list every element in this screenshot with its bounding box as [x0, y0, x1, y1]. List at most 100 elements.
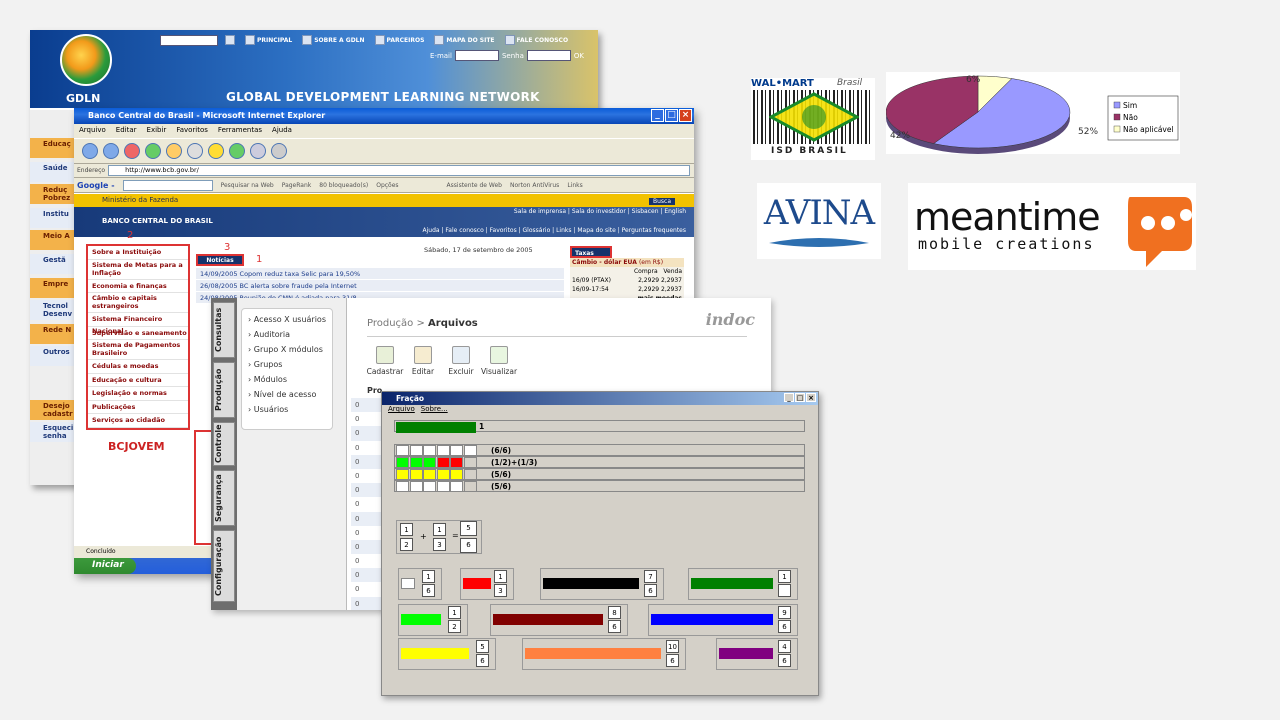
menu-sobre[interactable]: Sobre...	[421, 405, 448, 416]
search-icon[interactable]	[187, 143, 203, 159]
nav-item[interactable]: Supervisão e saneamento	[88, 327, 188, 340]
nav-item[interactable]: Educação e cultura	[88, 374, 188, 387]
menu-item[interactable]: › Acesso X usuários	[248, 315, 332, 330]
gdln-side-item[interactable]: Esqueci senha	[30, 422, 78, 442]
nav-item[interactable]: Câmbio e capitais estrangeiros	[88, 293, 188, 313]
piece-denominator[interactable]: 6	[778, 620, 791, 633]
ministerio-bar[interactable]: Ministério da Fazenda	[74, 194, 694, 207]
menu-ferramentas[interactable]: Ferramentas	[218, 126, 262, 136]
menu-editar[interactable]: Editar	[116, 126, 137, 136]
visualizar-button[interactable]: Visualizar	[479, 346, 519, 376]
fraction-color-bar[interactable]	[651, 614, 773, 625]
piece-numerator[interactable]: 10	[666, 640, 679, 653]
nav-item[interactable]: Publicações	[88, 401, 188, 414]
maximize-icon[interactable]: □	[795, 393, 805, 402]
menu-item[interactable]: › Grupo X módulos	[248, 345, 332, 360]
menu-item[interactable]: › Nível de acesso	[248, 390, 332, 405]
gdln-side-item[interactable]: Tecnol Desenv	[30, 300, 78, 320]
cadastrar-button[interactable]: Cadastrar	[365, 346, 405, 376]
piece-denominator[interactable]: 6	[476, 654, 489, 667]
nav-item[interactable]: Sistema de Pagamentos Brasileiro	[88, 340, 188, 360]
menu-item[interactable]: › Módulos	[248, 375, 332, 390]
fraction-color-bar[interactable]	[401, 648, 469, 659]
busca-button[interactable]: Busca	[649, 198, 676, 205]
noticias-tab[interactable]: Notícias	[196, 254, 244, 266]
web-assistant[interactable]: Assistente de Web	[447, 182, 502, 189]
gdln-side-item[interactable]: Rede N	[30, 324, 78, 344]
nav-item[interactable]: Sobre a Instituição	[88, 246, 188, 260]
popup-blocked[interactable]: 80 bloqueado(s)	[319, 182, 368, 189]
piece-numerator[interactable]: 7	[644, 570, 657, 583]
a-denominator[interactable]: 2	[400, 538, 413, 551]
piece-numerator[interactable]: 1	[778, 570, 791, 583]
piece-denominator[interactable]: 6	[666, 654, 679, 667]
refresh-icon[interactable]	[145, 143, 161, 159]
piece-numerator[interactable]: 1	[422, 570, 435, 583]
tab-seguranca[interactable]: Segurança	[213, 470, 235, 526]
close-icon[interactable]: ×	[679, 109, 692, 122]
close-icon[interactable]: ×	[806, 393, 816, 402]
start-button[interactable]: Iniciar	[74, 558, 136, 574]
fraction-color-bar[interactable]	[401, 614, 441, 625]
b-numerator[interactable]: 1	[433, 523, 446, 536]
gdln-side-item[interactable]: Empre	[30, 278, 78, 298]
r-numerator[interactable]: 5	[460, 521, 477, 536]
ok-button[interactable]: OK	[574, 52, 584, 60]
gdln-side-item[interactable]: Desejo cadastr	[30, 400, 78, 420]
gdln-nav-fale[interactable]: FALE CONOSCO	[502, 35, 572, 45]
menu-ajuda[interactable]: Ajuda	[272, 126, 292, 136]
fraction-color-bar[interactable]	[525, 648, 661, 659]
google-search-input[interactable]	[122, 179, 213, 191]
menu-exibir[interactable]: Exibir	[147, 126, 167, 136]
menu-item[interactable]: › Auditoria	[248, 330, 332, 345]
gdln-side-item[interactable]: Institu	[30, 208, 78, 228]
tab-controle[interactable]: Controle	[213, 422, 235, 466]
bcjovem-logo[interactable]: BCJOVEM	[108, 440, 165, 453]
links-button[interactable]: Links	[567, 182, 582, 189]
history-icon[interactable]	[229, 143, 245, 159]
gdln-nav-parceiros[interactable]: PARCEIROS	[372, 35, 428, 45]
gdln-side-item[interactable]: Outros	[30, 346, 78, 366]
menu-item[interactable]: › Usuários	[248, 405, 332, 420]
piece-denominator[interactable]	[778, 584, 791, 597]
gdln-nav-sobre[interactable]: SOBRE A GDLN	[299, 35, 367, 45]
print-icon[interactable]	[271, 143, 287, 159]
home-icon[interactable]	[166, 143, 182, 159]
fraction-color-bar[interactable]	[463, 578, 491, 589]
menu-arquivo[interactable]: Arquivo	[388, 405, 415, 416]
piece-denominator[interactable]: 6	[644, 584, 657, 597]
nav-item[interactable]: Sistema de Metas para a Inflação	[88, 260, 188, 280]
password-field[interactable]	[526, 50, 571, 61]
gdln-side-item[interactable]: Saúde	[30, 162, 78, 182]
editar-button[interactable]: Editar	[403, 346, 443, 376]
nav-item[interactable]: Economia e finanças	[88, 280, 188, 293]
gdln-nav-principal[interactable]: PRINCIPAL	[242, 35, 295, 45]
news-item[interactable]: 14/09/2005 Copom reduz taxa Selic para 1…	[196, 268, 564, 280]
email-field[interactable]	[454, 50, 499, 61]
bcb-bottom-links[interactable]: Ajuda | Fale conosco | Favoritos | Gloss…	[423, 227, 687, 234]
forward-icon[interactable]	[103, 143, 119, 159]
gdln-search-input[interactable]	[160, 34, 218, 46]
google-search-button[interactable]: Pesquisar na Web	[221, 182, 274, 189]
piece-denominator[interactable]: 2	[448, 620, 461, 633]
piece-numerator[interactable]: 9	[778, 606, 791, 619]
bcb-top-links[interactable]: Sala de imprensa | Sala do investidor | …	[514, 208, 686, 215]
nav-item[interactable]: Sistema Financeiro Nacional	[88, 313, 188, 335]
menu-arquivo[interactable]: Arquivo	[79, 126, 106, 136]
fraction-color-bar[interactable]	[401, 578, 415, 589]
mail-icon[interactable]	[250, 143, 266, 159]
taxas-title[interactable]: Taxas	[570, 246, 612, 258]
r-denominator[interactable]: 6	[460, 538, 477, 553]
gdln-nav-mapa[interactable]: MAPA DO SITE	[431, 35, 497, 45]
google-logo[interactable]: Google -	[77, 181, 115, 190]
piece-numerator[interactable]: 4	[778, 640, 791, 653]
minimize-icon[interactable]: _	[784, 393, 794, 402]
maximize-icon[interactable]: □	[665, 109, 678, 122]
fraction-color-bar[interactable]	[493, 614, 603, 625]
tab-consultas[interactable]: Consultas	[213, 302, 235, 358]
menu-favoritos[interactable]: Favoritos	[176, 126, 208, 136]
favorites-icon[interactable]	[208, 143, 224, 159]
search-icon[interactable]	[222, 35, 238, 45]
minimize-icon[interactable]: _	[651, 109, 664, 122]
tab-producao[interactable]: Produção	[213, 362, 235, 418]
